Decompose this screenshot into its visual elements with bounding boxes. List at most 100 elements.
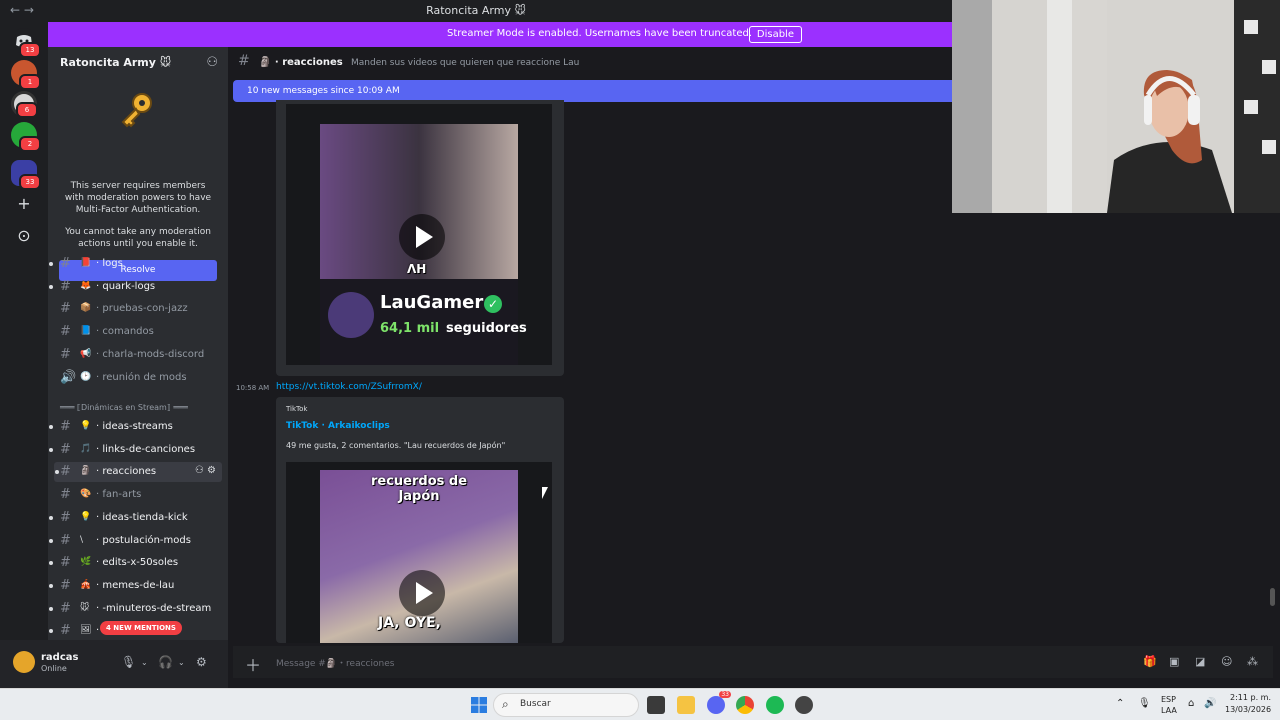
file-explorer-icon[interactable] xyxy=(677,696,695,714)
windows-taskbar: ⌕ Buscar 33 ⌃ ESP LAA 🎙 ⌂ 🔊 2:11 p. m. 1… xyxy=(0,688,1280,720)
channel-emoji: 📦 xyxy=(80,303,92,314)
channel-reacciones[interactable]: # 🗿 · reacciones ⚇ ⚙ xyxy=(54,462,222,483)
message-composer[interactable]: ＋ Message #🗿・reacciones 🎁 ▣ ◪ ☺ ⁂ xyxy=(233,646,1273,678)
video-player[interactable]: ΛH LauGamer ✓ 64,1 mil seguidores xyxy=(286,104,552,365)
chevron-down-icon[interactable]: ⌄ xyxy=(178,658,185,667)
channel-pruebas-con-jazz[interactable]: # 📦 · pruebas-con-jazz xyxy=(48,299,228,319)
apps-icon[interactable]: ⁂ xyxy=(1247,655,1258,668)
username: radcas xyxy=(41,652,79,663)
add-server-icon[interactable]: + xyxy=(14,194,34,214)
channel-ideas-tienda-kick[interactable]: # 💡 · ideas-tienda-kick xyxy=(48,508,228,528)
channel-ideas-streams[interactable]: # 💡 · ideas-streams xyxy=(48,417,228,437)
hash-icon: # xyxy=(60,623,71,639)
unread-indicator xyxy=(49,284,53,289)
new-mentions-pill[interactable]: 4 NEW MENTIONS xyxy=(100,621,182,635)
embed-provider: TikTok xyxy=(286,405,308,413)
unread-indicator xyxy=(55,470,59,475)
scrollbar[interactable] xyxy=(1270,588,1275,606)
clock-time[interactable]: 2:11 p. m. xyxy=(1230,693,1271,702)
channel-title: 🗿 · reacciones xyxy=(259,57,343,68)
channel-comandos[interactable]: # 📘 · comandos xyxy=(48,322,228,342)
taskbar-search-text: Buscar xyxy=(520,699,551,709)
obs-icon[interactable] xyxy=(795,696,813,714)
invite-icon[interactable]: ⚇ xyxy=(206,55,218,70)
settings-gear-icon[interactable]: ⚙ xyxy=(196,655,207,669)
play-icon[interactable] xyxy=(399,214,445,260)
hash-icon: # xyxy=(60,555,71,571)
composer-placeholder[interactable]: Message #🗿・reacciones xyxy=(276,656,394,669)
unread-indicator xyxy=(49,538,53,543)
gift-icon[interactable]: 🎁 xyxy=(1143,655,1157,668)
channel-quark-logs[interactable]: # 🦊 · quark-logs xyxy=(48,277,228,297)
card-avatar xyxy=(328,292,374,338)
hash-icon: # xyxy=(60,600,71,616)
unread-indicator xyxy=(49,515,53,520)
tray-chevron-icon[interactable]: ⌃ xyxy=(1116,698,1124,709)
add-attachment-icon[interactable]: ＋ xyxy=(245,652,261,676)
hash-icon: # xyxy=(60,419,71,434)
task-view-icon[interactable] xyxy=(647,696,665,714)
channel-charla-mods-discord[interactable]: # 📢 · charla-mods-discord xyxy=(48,345,228,365)
taskbar-search[interactable]: ⌕ Buscar xyxy=(493,693,639,717)
microphone-icon[interactable]: 🎙 xyxy=(121,655,136,669)
clock-date[interactable]: 13/03/2026 xyxy=(1225,705,1271,714)
network-icon[interactable]: ⌂ xyxy=(1188,698,1194,709)
chevron-down-icon[interactable]: ⌄ xyxy=(141,658,148,667)
channel-settings-icon[interactable]: ⚇ ⚙ xyxy=(195,465,216,476)
message-link[interactable]: https://vt.tiktok.com/ZSufrromX/ xyxy=(276,382,422,392)
hash-icon: # xyxy=(238,53,250,69)
server-icon[interactable]: 1 xyxy=(11,60,41,90)
category-dinamicas[interactable]: ═══ ⟦Dinámicas en Stream⟧ ═══ xyxy=(60,403,188,412)
video-player[interactable]: recuerdos de Japón JA, OYE, xyxy=(286,462,552,643)
channel-topic: Manden sus videos que quieren que reacci… xyxy=(351,58,580,68)
sticker-icon[interactable]: ◪ xyxy=(1195,655,1205,668)
channel-label: · postulación-mods xyxy=(96,534,191,546)
server-icon[interactable]: 6 xyxy=(11,91,38,118)
unread-indicator xyxy=(49,629,53,634)
emoji-icon[interactable]: ☺ xyxy=(1221,655,1232,668)
video-caption: JA, OYE, xyxy=(378,615,441,631)
windows-start-icon[interactable] xyxy=(470,696,488,714)
hash-icon: # xyxy=(60,509,71,525)
hash-icon: # xyxy=(60,464,71,480)
microphone-tray-icon[interactable]: 🎙 xyxy=(1138,698,1151,709)
channel-logs[interactable]: # 📕 · logs xyxy=(48,254,228,274)
embed-author[interactable]: TikTok · Arkaikoclips xyxy=(286,421,390,431)
direct-messages-icon[interactable]: 13 xyxy=(11,28,41,58)
new-messages-bar[interactable]: 10 new messages since 10:09 AM xyxy=(233,80,952,102)
video-title-overlay: recuerdos de Japón xyxy=(370,474,468,504)
channel-links-de-canciones[interactable]: # 🎵 · links-de-canciones xyxy=(48,440,228,460)
hash-icon: # xyxy=(60,256,71,271)
watermark-text: ΛH xyxy=(407,262,427,276)
channel-postulaci-n-mods[interactable]: # \ · postulación-mods xyxy=(48,531,228,551)
channel-edits-x-50soles[interactable]: # 🌿 · edits-x-50soles xyxy=(48,553,228,573)
channel-label: · quark-logs xyxy=(96,280,156,292)
channel-emoji: 🎵 xyxy=(80,443,92,454)
language-layout[interactable]: LAA xyxy=(1161,706,1177,715)
window-title: Ratoncita Army 🐭 xyxy=(426,4,526,17)
channel-minuteros-de-stream[interactable]: # 🐭 · -minuteros-de-stream xyxy=(48,599,228,619)
hash-icon: # xyxy=(60,278,71,294)
avatar[interactable] xyxy=(13,651,35,673)
channel-fan-arts[interactable]: # 🎨 · fan-arts xyxy=(48,485,228,505)
server-icon-active[interactable]: 33 xyxy=(11,160,41,190)
server-icon[interactable]: 2 xyxy=(11,122,41,152)
card-followers: 64,1 mil xyxy=(380,321,440,336)
chrome-icon[interactable] xyxy=(736,696,754,714)
channel-emoji: 📢 xyxy=(80,348,92,359)
headphones-icon[interactable]: 🎧 xyxy=(158,655,173,669)
language-indicator[interactable]: ESP xyxy=(1161,695,1176,704)
mfa-notice: This server requires members with modera… xyxy=(48,79,228,281)
server-header[interactable]: Ratoncita Army 🐭 ⚇ xyxy=(48,47,228,79)
disable-streamer-button[interactable]: Disable xyxy=(748,26,802,43)
discord-taskbar-icon[interactable]: 33 xyxy=(707,691,731,714)
volume-icon[interactable]: 🔊 xyxy=(1204,698,1216,709)
channel-reuni-n-de-mods[interactable]: 🔊 🕑 · reunión de mods xyxy=(48,368,228,388)
channel-emoji: 💡 xyxy=(80,421,92,431)
play-icon[interactable] xyxy=(399,570,445,616)
gif-icon[interactable]: ▣ xyxy=(1169,655,1179,668)
card-followers-label: seguidores xyxy=(446,321,527,336)
explore-icon[interactable]: ⊙ xyxy=(14,226,34,246)
spotify-icon[interactable] xyxy=(766,696,784,714)
channel-memes-de-lau[interactable]: # 🎪 · memes-de-lau xyxy=(48,576,228,596)
